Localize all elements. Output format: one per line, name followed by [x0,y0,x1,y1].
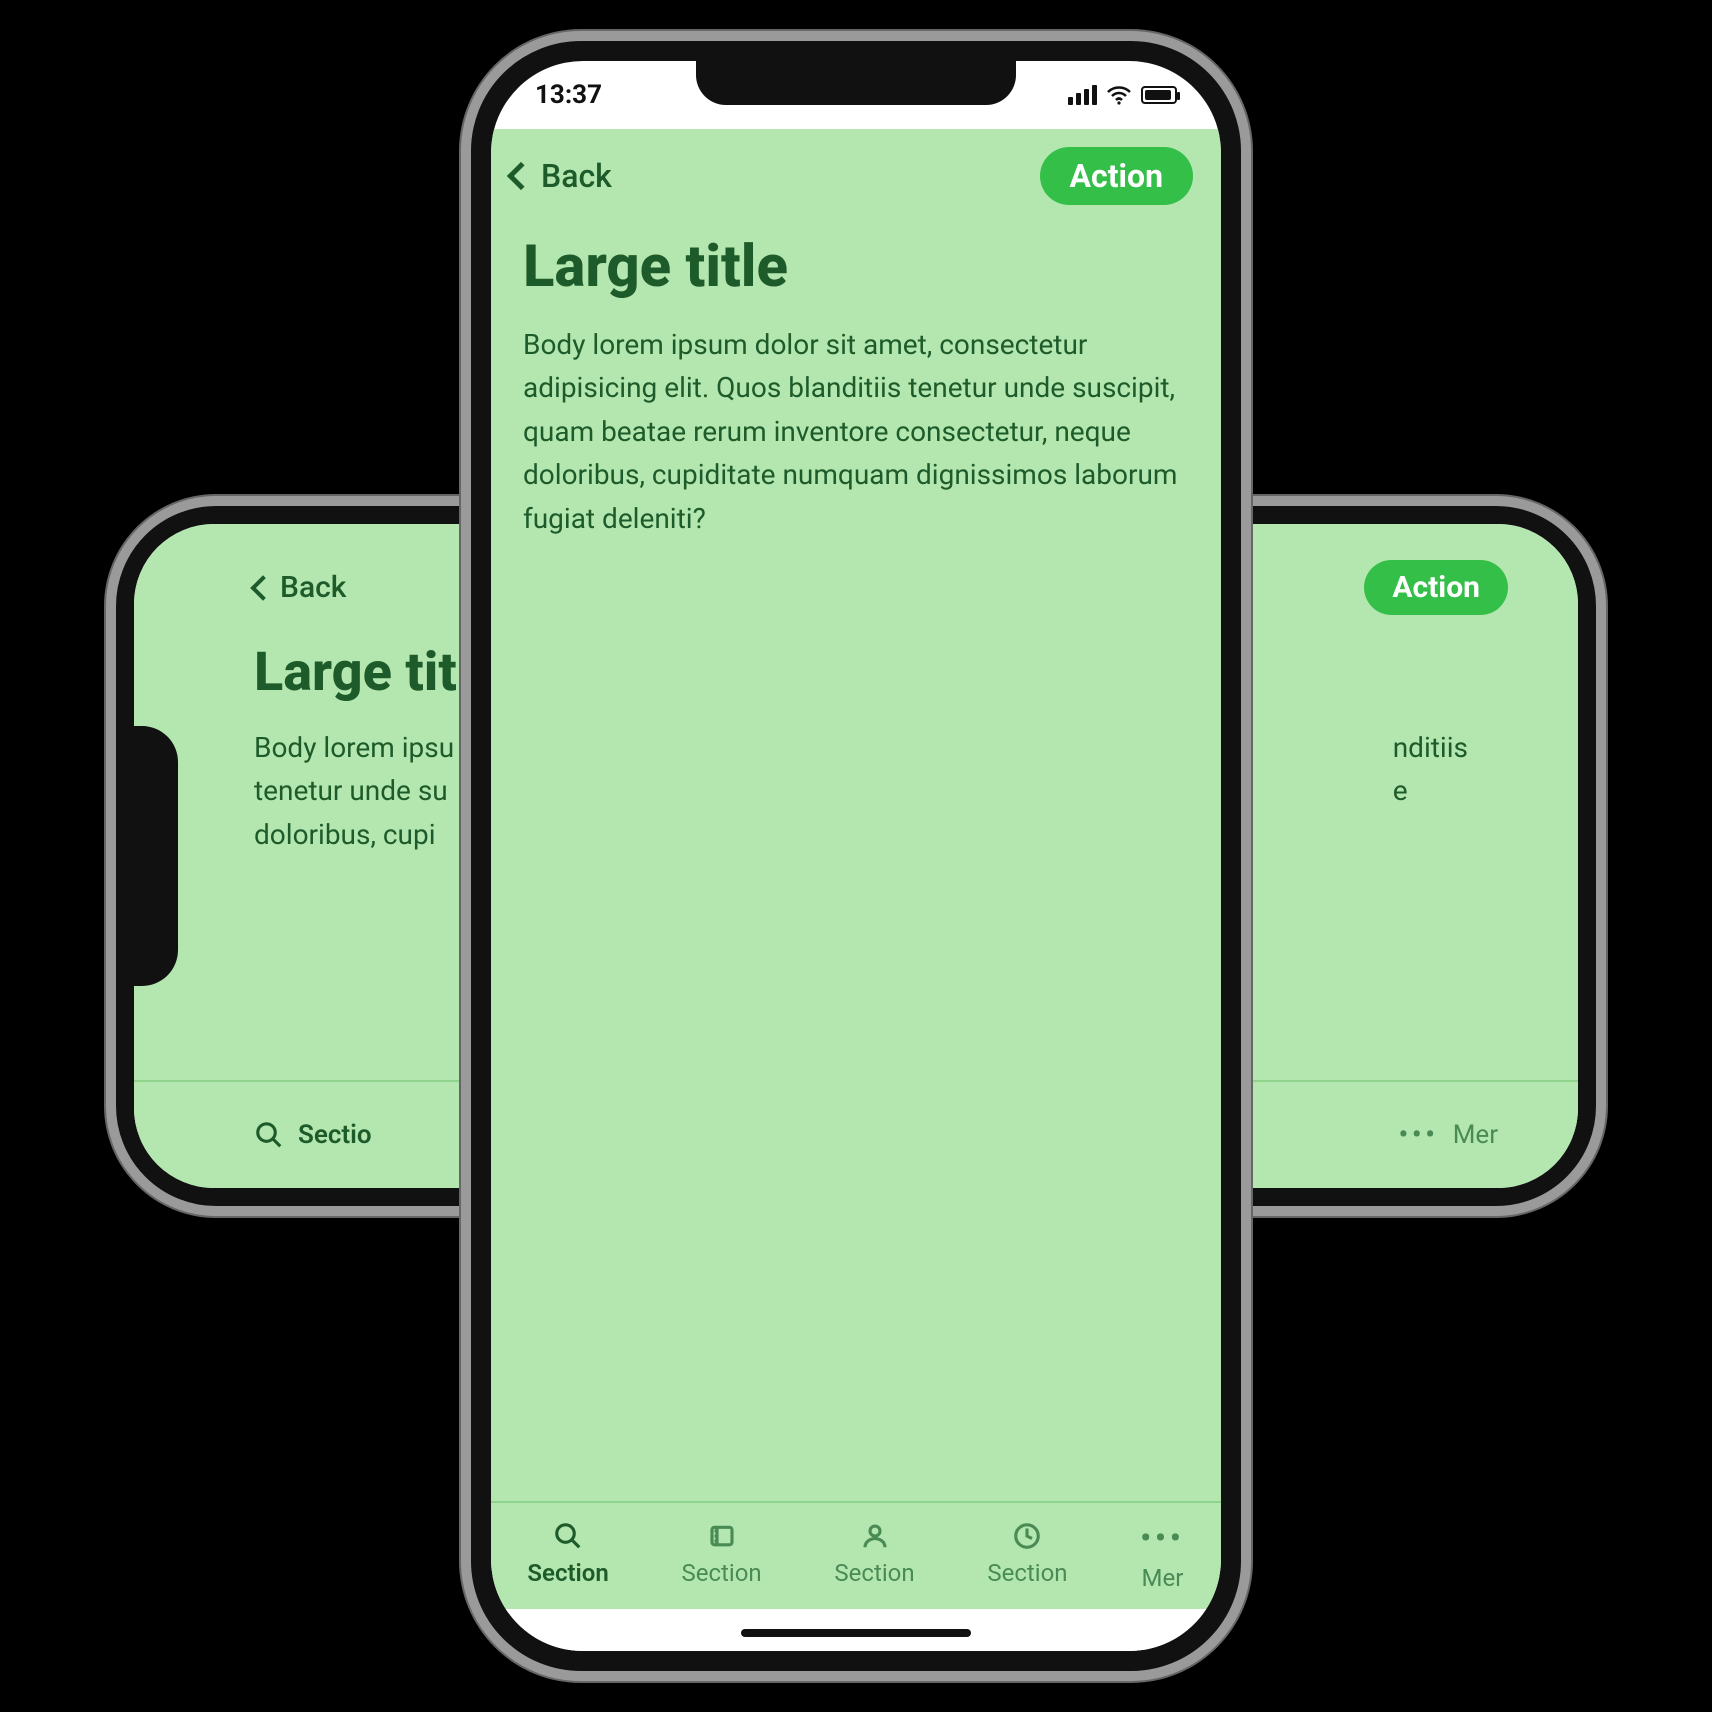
search-icon [553,1521,583,1551]
phone-portrait: 13:37 Back Action [461,31,1251,1681]
tab-section-3[interactable]: Section [834,1521,914,1587]
portrait-notch [696,61,1016,105]
tab-section-1[interactable]: Section [527,1521,608,1587]
tab-section-2[interactable]: Section [682,1521,762,1587]
tab-section-1[interactable]: Sectio [254,1120,372,1150]
tab-label: Sectio [298,1120,372,1150]
person-icon [860,1521,890,1551]
clock-icon [1012,1521,1042,1551]
tab-label: Section [834,1559,914,1587]
chevron-left-icon [250,575,275,600]
portrait-content: Back Action Large title Body lorem ipsum… [491,129,1221,1651]
tab-more[interactable]: ••• Mer [1140,1521,1184,1592]
tab-label: Mer [1453,1120,1498,1150]
back-button[interactable]: Back [511,157,612,195]
back-button[interactable]: Back [254,570,346,605]
chevron-left-icon [507,162,535,190]
home-indicator[interactable] [741,1629,971,1637]
action-button[interactable]: Action [1040,147,1193,205]
status-time: 13:37 [535,80,602,110]
action-label: Action [1392,570,1480,605]
tab-label: Section [987,1559,1067,1587]
wifi-icon [1107,85,1131,105]
navbar: Back Action [491,129,1221,213]
body-text-landscape-left: Body lorem ipsu tenetur unde su doloribu… [254,726,454,856]
action-button[interactable]: Action [1364,560,1508,615]
battery-icon [1141,86,1177,104]
cellular-icon [1068,85,1097,105]
more-icon: ••• [1140,1521,1184,1556]
back-label: Back [541,157,612,195]
tab-section-4[interactable]: Section [987,1521,1067,1587]
search-icon [254,1120,284,1150]
more-icon: ••• [1399,1120,1439,1150]
ticket-icon [707,1521,737,1551]
portrait-screen: 13:37 Back Action [491,61,1221,1651]
tab-label: Mer [1142,1564,1184,1592]
action-label: Action [1070,157,1163,195]
tab-label: Section [682,1559,762,1587]
back-label: Back [280,570,346,605]
body-text-landscape-right: nditiis e [1393,726,1508,856]
tab-more[interactable]: ••• Mer [1399,1120,1498,1150]
landscape-notch [134,726,178,986]
tab-label: Section [527,1559,608,1587]
body-text: Body lorem ipsum dolor sit amet, consect… [491,301,1221,540]
page-title: Large title [491,213,1221,301]
